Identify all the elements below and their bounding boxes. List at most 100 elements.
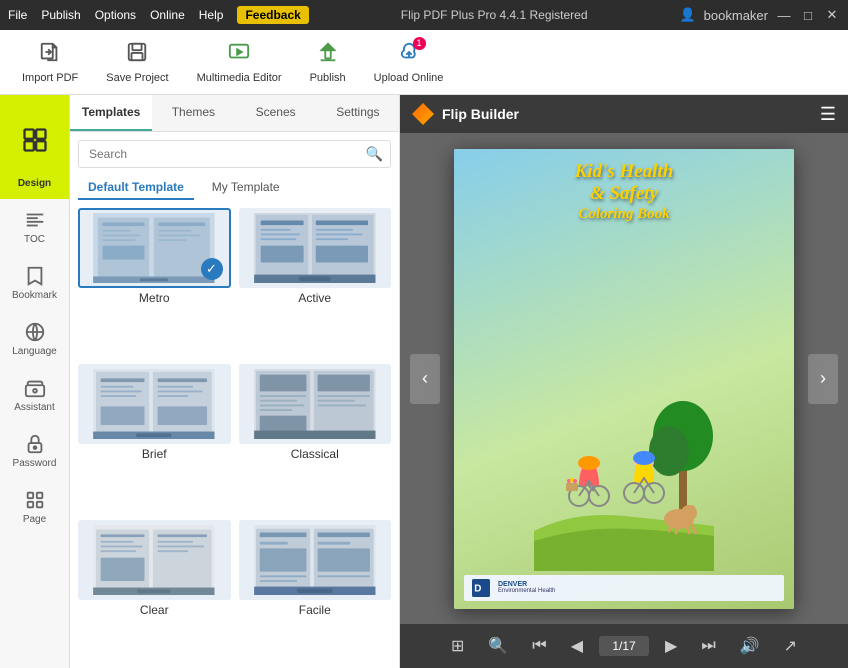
template-brief[interactable]: Brief — [78, 364, 231, 512]
last-page-button[interactable]: ⏭ — [693, 633, 723, 659]
menu-file[interactable]: File — [8, 8, 27, 22]
share-button[interactable]: ↗ — [776, 632, 805, 660]
template-brief-thumb[interactable] — [78, 364, 231, 444]
sidebar-item-page[interactable]: Page — [0, 479, 69, 535]
nav-next-arrow[interactable]: › — [808, 354, 838, 404]
flip-builder-logo — [412, 103, 434, 125]
book-subtitle: Coloring Book — [575, 206, 674, 223]
preview-header: Flip Builder ☰ — [400, 95, 848, 133]
page-label: Page — [23, 514, 46, 525]
search-icon: 🔍 — [366, 146, 383, 163]
nav-prev-arrow[interactable]: ‹ — [410, 354, 440, 404]
tab-themes[interactable]: Themes — [152, 95, 234, 131]
template-classical[interactable]: Classical — [239, 364, 392, 512]
page-indicator: 1/17 — [599, 636, 649, 656]
user-icon: 👤 — [679, 7, 695, 23]
prev-page-button[interactable]: ◀ — [563, 632, 591, 660]
preview-title: Flip Builder — [412, 103, 519, 125]
password-label: Password — [13, 458, 57, 469]
sidebar-item-assistant[interactable]: Assistant — [0, 367, 69, 423]
sidebar-item-language[interactable]: Language — [0, 311, 69, 367]
menu-help[interactable]: Help — [199, 8, 224, 22]
close-button[interactable]: ✕ — [824, 7, 840, 23]
titlebar-menu: File Publish Options Online Help Feedbac… — [8, 6, 309, 24]
publish-icon — [317, 41, 339, 69]
template-metro-thumb[interactable]: ✓ — [78, 208, 231, 288]
selected-check: ✓ — [201, 258, 223, 280]
titlebar: File Publish Options Online Help Feedbac… — [0, 0, 848, 30]
language-label: Language — [12, 346, 57, 357]
maximize-button[interactable]: □ — [800, 7, 816, 23]
titlebar-controls: 👤 bookmaker — □ ✕ — [679, 7, 840, 23]
user-name: bookmaker — [704, 8, 768, 23]
bookmark-label: Bookmark — [12, 290, 57, 301]
sidebar-item-password[interactable]: Password — [0, 423, 69, 479]
feedback-button[interactable]: Feedback — [237, 6, 308, 24]
template-subtabs: Default Template My Template — [70, 176, 399, 208]
upload-label: Upload Online — [374, 72, 444, 84]
template-clear[interactable]: Clear — [78, 520, 231, 668]
footer-subtext: Environmental Health — [498, 588, 555, 594]
sidebar-item-toc[interactable]: TOC — [0, 199, 69, 255]
import-label: Import PDF — [22, 72, 78, 84]
tab-scenes[interactable]: Scenes — [235, 95, 317, 131]
next-page-button[interactable]: ▶ — [657, 632, 685, 660]
template-metro[interactable]: ✓ Metro — [78, 208, 231, 356]
preview-canvas: ‹ Kid's Health & Safety Coloring Book — [400, 133, 848, 624]
template-active-thumb[interactable] — [239, 208, 392, 288]
template-clear-label: Clear — [140, 603, 169, 617]
publish-button[interactable]: Publish — [298, 35, 358, 90]
book-viewer: Kid's Health & Safety Coloring Book — [454, 149, 794, 609]
upload-icon — [398, 41, 420, 69]
template-facile[interactable]: Facile — [239, 520, 392, 668]
template-metro-label: Metro — [139, 291, 170, 305]
template-active[interactable]: Active — [239, 208, 392, 356]
zoom-in-button[interactable]: 🔍 — [480, 632, 516, 660]
subtab-my[interactable]: My Template — [202, 176, 290, 200]
template-facile-thumb[interactable] — [239, 520, 392, 600]
minimize-button[interactable]: — — [776, 7, 792, 23]
first-page-button[interactable]: ⏮ — [524, 633, 554, 659]
template-classical-label: Classical — [291, 447, 339, 461]
book-title-1: Kid's Health — [575, 161, 674, 184]
footer-text: DENVER — [498, 581, 555, 588]
preview-toolbar: ⊞ 🔍 ⏮ ◀ 1/17 ▶ ⏭ 🔊 ↗ — [400, 624, 848, 668]
save-label: Save Project — [106, 72, 168, 84]
template-classical-thumb[interactable] — [239, 364, 392, 444]
sidebar-item-bookmark[interactable]: Bookmark — [0, 255, 69, 311]
grid-view-button[interactable]: ⊞ — [443, 632, 472, 660]
design-label: Design — [18, 178, 51, 189]
save-project-button[interactable]: Save Project — [94, 35, 180, 90]
subtab-default[interactable]: Default Template — [78, 176, 194, 200]
template-active-label: Active — [298, 291, 331, 305]
book-title-2: & Safety — [575, 183, 674, 206]
menu-online[interactable]: Online — [150, 8, 185, 22]
tab-settings[interactable]: Settings — [317, 95, 399, 131]
template-clear-thumb[interactable] — [78, 520, 231, 600]
templates-grid: ✓ Metro — [70, 208, 399, 668]
toolbar: Import PDF Save Project Multimedia Edito… — [0, 30, 848, 95]
tab-templates[interactable]: Templates — [70, 95, 152, 131]
volume-button[interactable]: 🔊 — [732, 632, 768, 660]
multimedia-label: Multimedia Editor — [197, 72, 282, 84]
app-title: Flip PDF Plus Pro 4.4.1 Registered — [401, 8, 588, 22]
preview-menu-icon[interactable]: ☰ — [820, 104, 836, 125]
menu-options[interactable]: Options — [95, 8, 136, 22]
menu-publish[interactable]: Publish — [41, 8, 80, 22]
assistant-label: Assistant — [14, 402, 55, 413]
sidebar: Design TOC Bookmark Language — [0, 95, 70, 668]
templates-panel: Templates Themes Scenes Settings 🔍 Defau… — [70, 95, 400, 668]
svg-text:D: D — [474, 583, 481, 594]
import-icon — [39, 41, 61, 69]
toc-label: TOC — [24, 234, 45, 245]
multimedia-editor-button[interactable]: Multimedia Editor — [185, 35, 294, 90]
search-input[interactable] — [78, 140, 391, 168]
template-facile-label: Facile — [299, 603, 331, 617]
book-footer: D DENVER Environmental Health — [464, 575, 784, 601]
sidebar-item-design[interactable]: Design — [0, 95, 69, 199]
upload-online-button[interactable]: Upload Online — [362, 35, 456, 90]
template-brief-label: Brief — [142, 447, 167, 461]
design-icon — [5, 110, 65, 170]
import-pdf-button[interactable]: Import PDF — [10, 35, 90, 90]
publish-label: Publish — [310, 72, 346, 84]
